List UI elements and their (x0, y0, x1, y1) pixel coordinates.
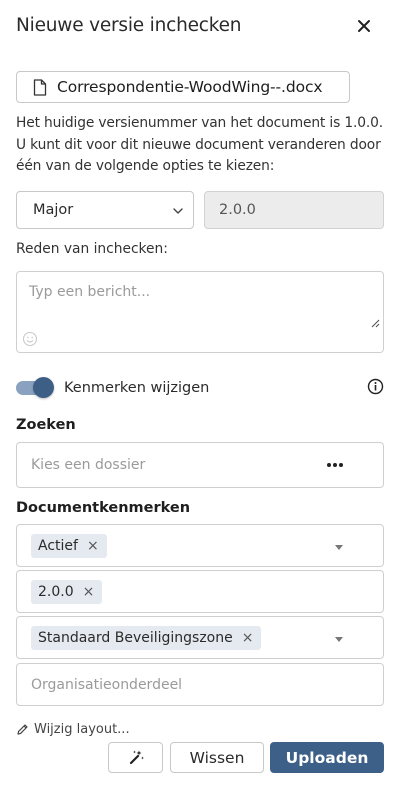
resize-handle-icon[interactable] (370, 318, 380, 328)
remove-security-tag-icon[interactable]: × (242, 631, 254, 645)
upload-button[interactable]: Uploaden (270, 742, 384, 773)
dialog-header: Nieuwe versie inchecken (16, 12, 386, 40)
caret-down-icon[interactable] (335, 637, 343, 642)
dialog-title: Nieuwe versie inchecken (16, 15, 242, 36)
document-properties-title: Documentkenmerken (16, 500, 191, 516)
close-icon (358, 20, 370, 32)
pencil-icon (17, 724, 28, 735)
more-options-icon[interactable] (327, 463, 343, 467)
status-tag: Actief × (31, 533, 107, 558)
new-version-value: 2.0.0 (219, 202, 256, 218)
magic-wand-icon (129, 750, 144, 764)
document-icon (33, 78, 47, 96)
org-unit-field[interactable]: Organisatieonderdeel (16, 663, 384, 706)
remove-status-tag-icon[interactable]: × (87, 539, 99, 553)
toggle-knob (33, 377, 54, 398)
security-zone-select[interactable]: Standaard Beveiligingszone × (16, 616, 384, 659)
status-tag-label: Actief (38, 537, 78, 554)
properties-toggle-label: Kenmerken wijzigen (64, 380, 210, 396)
remove-version-tag-icon[interactable]: × (83, 585, 95, 599)
reason-label: Reden van inchecken: (16, 241, 168, 257)
edit-layout-label: Wijzig layout... (34, 722, 130, 737)
reason-placeholder: Typ een bericht... (29, 284, 151, 300)
file-chip: Correspondentie-WoodWing--.docx (16, 71, 350, 103)
new-version-field: 2.0.0 (204, 191, 384, 229)
version-tag: 2.0.0 × (31, 579, 103, 604)
version-description: Het huidige versienummer van het documen… (16, 115, 383, 174)
version-tag-label: 2.0.0 (38, 583, 74, 600)
version-type-value: Major (33, 202, 74, 218)
version-tag-field[interactable]: 2.0.0 × (16, 570, 384, 613)
dossier-search-field[interactable]: Kies een dossier (16, 442, 384, 488)
org-unit-placeholder: Organisatieonderdeel (31, 676, 183, 693)
edit-layout-link[interactable]: Wijzig layout... (16, 722, 130, 737)
clear-button[interactable]: Wissen (170, 742, 264, 773)
properties-toggle-row: Kenmerken wijzigen (16, 376, 386, 400)
reason-textarea[interactable]: Typ een bericht... (16, 271, 384, 353)
emoji-icon[interactable] (22, 331, 38, 347)
version-type-select[interactable]: Major (16, 191, 194, 229)
caret-down-icon[interactable] (335, 545, 343, 550)
close-button[interactable] (352, 14, 376, 38)
info-icon[interactable] (367, 378, 384, 395)
file-name: Correspondentie-WoodWing--.docx (57, 78, 323, 96)
auto-fill-button[interactable] (108, 742, 163, 773)
search-title: Zoeken (16, 417, 76, 433)
dossier-placeholder: Kies een dossier (31, 457, 146, 473)
security-zone-tag-label: Standaard Beveiligingszone (38, 629, 233, 646)
chevron-down-icon (173, 208, 183, 214)
status-select[interactable]: Actief × (16, 524, 384, 567)
properties-toggle[interactable] (16, 377, 54, 398)
security-zone-tag: Standaard Beveiligingszone × (31, 625, 262, 650)
